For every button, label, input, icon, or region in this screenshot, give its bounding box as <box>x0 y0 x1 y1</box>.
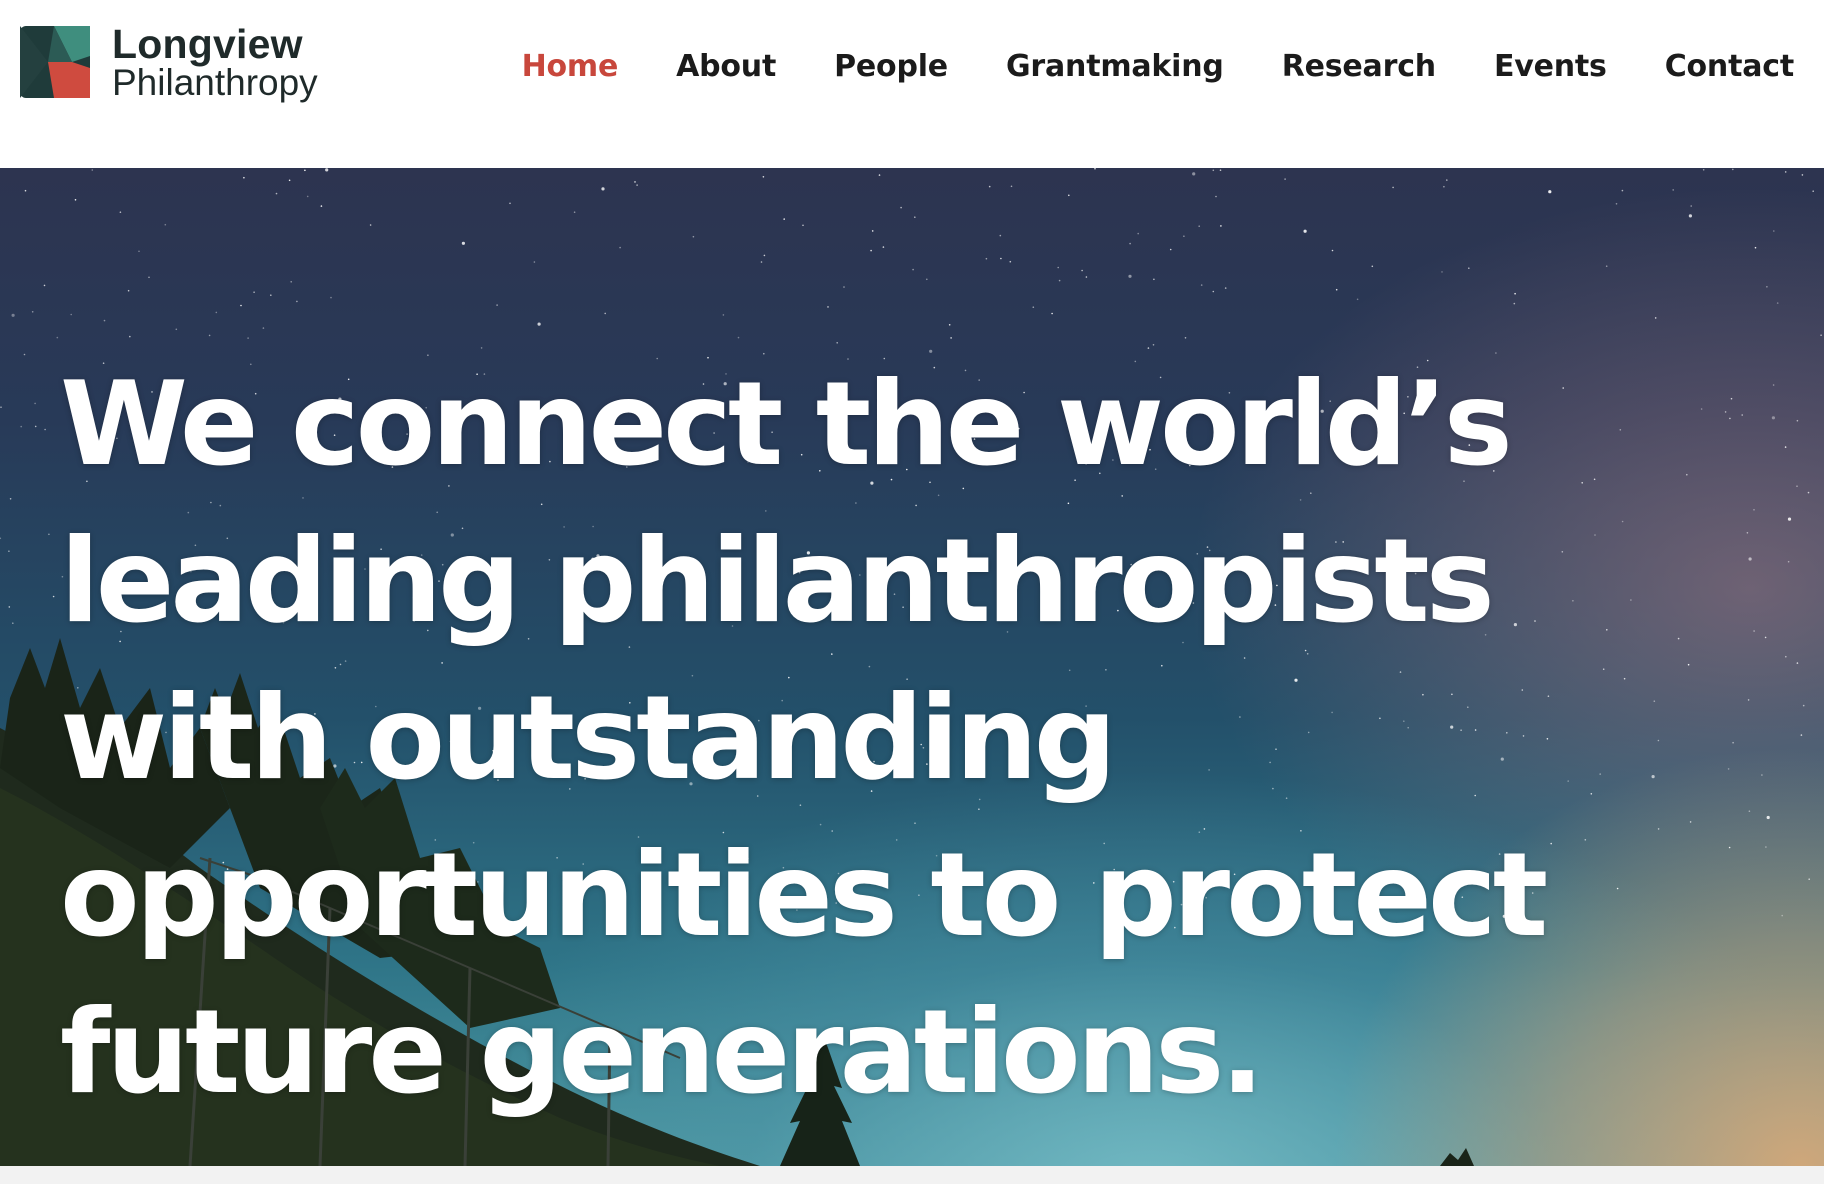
nav-research[interactable]: Research <box>1282 49 1436 84</box>
logo-mark-icon <box>20 26 90 98</box>
nav-grantmaking[interactable]: Grantmaking <box>1006 49 1224 84</box>
nav-about[interactable]: About <box>676 49 776 84</box>
hero-headline: We connect the world’s leading philanthr… <box>60 357 1548 1120</box>
nav-home[interactable]: Home <box>522 49 619 84</box>
nav-contact[interactable]: Contact <box>1665 49 1794 84</box>
next-section-edge <box>0 1166 1824 1184</box>
nav-people[interactable]: People <box>834 49 948 84</box>
nav-events[interactable]: Events <box>1494 49 1607 84</box>
site-header: Longview Philanthropy Home About People … <box>0 0 1824 168</box>
logo-name-line1: Longview <box>112 21 303 67</box>
logo-name-line2: Philanthropy <box>112 62 318 103</box>
main-nav: Home About People Grantmaking Research E… <box>464 38 1795 94</box>
hero-banner: We connect the world’s leading philanthr… <box>0 168 1824 1166</box>
